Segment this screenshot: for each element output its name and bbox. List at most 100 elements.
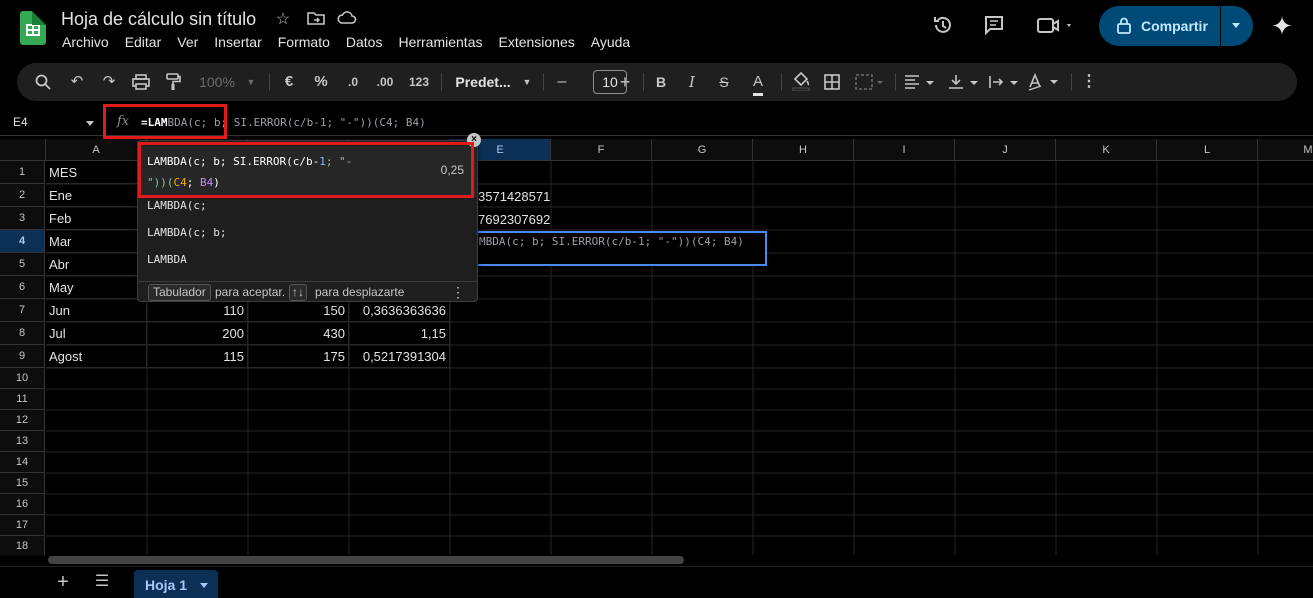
italic-button[interactable]: I bbox=[682, 63, 702, 101]
cloud-saved-icon[interactable] bbox=[337, 10, 357, 30]
decrease-decimals-button[interactable]: .0 bbox=[341, 63, 365, 101]
text-color-label: A bbox=[752, 71, 763, 96]
redo-icon[interactable]: ↷ bbox=[98, 63, 120, 101]
document-title[interactable]: Hoja de cálculo sin título bbox=[61, 9, 256, 30]
arrow-keys-hint: ↑↓ bbox=[289, 284, 307, 301]
row-header-11[interactable]: 11 bbox=[0, 389, 45, 410]
row-header-12[interactable]: 12 bbox=[0, 410, 45, 431]
sheet-tab-hoja-1[interactable]: Hoja 1 bbox=[134, 570, 218, 598]
increase-decimals-button[interactable]: .00 bbox=[372, 63, 398, 101]
share-dropdown-icon[interactable] bbox=[1232, 23, 1240, 28]
column-header-m[interactable]: M bbox=[1258, 139, 1313, 161]
all-sheets-menu-icon[interactable]: ☰ bbox=[91, 571, 113, 593]
row-header-17[interactable]: 17 bbox=[0, 515, 45, 536]
text-rotation-icon[interactable] bbox=[1027, 63, 1063, 101]
row-header-1[interactable]: 1 bbox=[0, 161, 45, 184]
row-header-5[interactable]: 5 bbox=[0, 253, 45, 276]
print-icon[interactable] bbox=[130, 63, 152, 101]
decrease-font-size-button[interactable]: – bbox=[553, 63, 571, 101]
column-header-j[interactable]: J bbox=[955, 139, 1056, 161]
sheet-tab-label: Hoja 1 bbox=[145, 577, 188, 593]
currency-format-button[interactable]: € bbox=[279, 63, 299, 101]
horizontal-align-icon[interactable] bbox=[903, 63, 939, 101]
name-box[interactable]: E4 bbox=[13, 115, 28, 129]
row-header-10[interactable]: 10 bbox=[0, 368, 45, 389]
fill-color-icon[interactable] bbox=[789, 63, 813, 101]
menu-formato[interactable]: Formato bbox=[278, 34, 330, 50]
borders-icon[interactable] bbox=[821, 63, 843, 101]
increase-font-size-button[interactable]: + bbox=[615, 63, 635, 101]
column-header-i[interactable]: I bbox=[854, 139, 955, 161]
row-header-4[interactable]: 4 bbox=[0, 230, 45, 253]
toolbar: ↶ ↷ 100% ▼ € % .0 .00 123 Predet... ▼ – … bbox=[17, 63, 1297, 101]
row-header-16[interactable]: 16 bbox=[0, 494, 45, 515]
row-header-9[interactable]: 9 bbox=[0, 345, 45, 368]
column-header-a[interactable]: A bbox=[46, 139, 147, 161]
font-dropdown-icon[interactable]: ▼ bbox=[521, 63, 533, 101]
percent-format-button[interactable]: % bbox=[311, 63, 331, 101]
merge-cells-icon[interactable] bbox=[853, 63, 887, 101]
star-icon[interactable]: ☆ bbox=[273, 10, 293, 30]
menu-ver[interactable]: Ver bbox=[177, 34, 198, 50]
more-formats-button[interactable]: 123 bbox=[407, 63, 431, 101]
autocomplete-suggestion[interactable]: LAMBDA(c; bbox=[147, 199, 207, 212]
autocomplete-suggestion[interactable]: LAMBDA(c; b; bbox=[147, 226, 226, 239]
row-header-3[interactable]: 3 bbox=[0, 207, 45, 230]
title-bar: Hoja de cálculo sin título ☆ Archivo Edi… bbox=[0, 0, 1313, 58]
autocomplete-more-icon[interactable]: ⋮ bbox=[451, 284, 465, 301]
text-wrapping-icon[interactable] bbox=[987, 63, 1023, 101]
column-header-h[interactable]: H bbox=[753, 139, 854, 161]
horizontal-scrollbar[interactable] bbox=[46, 555, 1313, 565]
cell-e2-value: 3571428571 bbox=[478, 189, 551, 204]
name-box-dropdown-icon[interactable] bbox=[86, 121, 94, 126]
vertical-align-icon[interactable] bbox=[947, 63, 983, 101]
menu-extensiones[interactable]: Extensiones bbox=[498, 34, 574, 50]
scrollbar-thumb[interactable] bbox=[48, 556, 684, 564]
menu-editar[interactable]: Editar bbox=[125, 34, 162, 50]
share-button[interactable]: Compartir bbox=[1099, 6, 1253, 46]
annotation-box-suggestion bbox=[138, 142, 474, 198]
menu-herramientas[interactable]: Herramientas bbox=[398, 34, 482, 50]
autocomplete-footer: Tabulador para aceptar. ↑↓ para desplaza… bbox=[138, 281, 477, 302]
menu-insertar[interactable]: Insertar bbox=[214, 34, 261, 50]
text-color-button[interactable]: A bbox=[746, 63, 770, 101]
autocomplete-suggestion[interactable]: LAMBDA bbox=[147, 253, 187, 266]
share-label: Compartir bbox=[1141, 18, 1208, 34]
sheets-logo-icon[interactable] bbox=[20, 11, 46, 45]
menu-archivo[interactable]: Archivo bbox=[62, 34, 109, 50]
more-options-icon[interactable]: ⋮ bbox=[1079, 63, 1099, 101]
column-header-g[interactable]: G bbox=[652, 139, 753, 161]
row-header-14[interactable]: 14 bbox=[0, 452, 45, 473]
move-folder-icon[interactable] bbox=[306, 10, 326, 30]
row-header-7[interactable]: 7 bbox=[0, 299, 45, 322]
row-header-18[interactable]: 18 bbox=[0, 536, 45, 555]
scroll-hint: para desplazarte bbox=[315, 285, 405, 299]
strikethrough-button[interactable]: S bbox=[714, 63, 734, 101]
zoom-select[interactable]: 100% bbox=[197, 63, 237, 101]
column-header-f[interactable]: F bbox=[551, 139, 652, 161]
cell-e3-value: 7692307692 bbox=[478, 212, 551, 227]
undo-icon[interactable]: ↶ bbox=[66, 63, 88, 101]
column-header-l[interactable]: L bbox=[1157, 139, 1258, 161]
comments-icon[interactable] bbox=[981, 14, 1007, 40]
meet-video-icon[interactable] bbox=[1035, 14, 1077, 40]
sheet-tab-dropdown-icon[interactable] bbox=[200, 583, 208, 588]
search-menus-icon[interactable] bbox=[31, 63, 55, 101]
row-header-13[interactable]: 13 bbox=[0, 431, 45, 452]
menu-datos[interactable]: Datos bbox=[346, 34, 383, 50]
row-header-8[interactable]: 8 bbox=[0, 322, 45, 345]
column-header-k[interactable]: K bbox=[1056, 139, 1157, 161]
paint-format-icon[interactable] bbox=[162, 63, 184, 101]
gemini-sparkle-icon[interactable]: ✦ bbox=[1268, 12, 1296, 40]
row-header-15[interactable]: 15 bbox=[0, 473, 45, 494]
active-cell-e4[interactable]: MBDA(c; b; SI.ERROR(c/b-1; "-"))(C4; B4) bbox=[449, 231, 767, 266]
row-header-6[interactable]: 6 bbox=[0, 276, 45, 299]
version-history-icon[interactable] bbox=[930, 14, 956, 40]
row-header-2[interactable]: 2 bbox=[0, 184, 45, 207]
select-all-corner[interactable] bbox=[0, 139, 46, 161]
zoom-dropdown-icon[interactable]: ▼ bbox=[245, 63, 257, 101]
font-family-select[interactable]: Predet... bbox=[451, 63, 515, 101]
menu-ayuda[interactable]: Ayuda bbox=[591, 34, 630, 50]
bold-button[interactable]: B bbox=[651, 63, 671, 101]
add-sheet-icon[interactable]: + bbox=[52, 571, 74, 593]
